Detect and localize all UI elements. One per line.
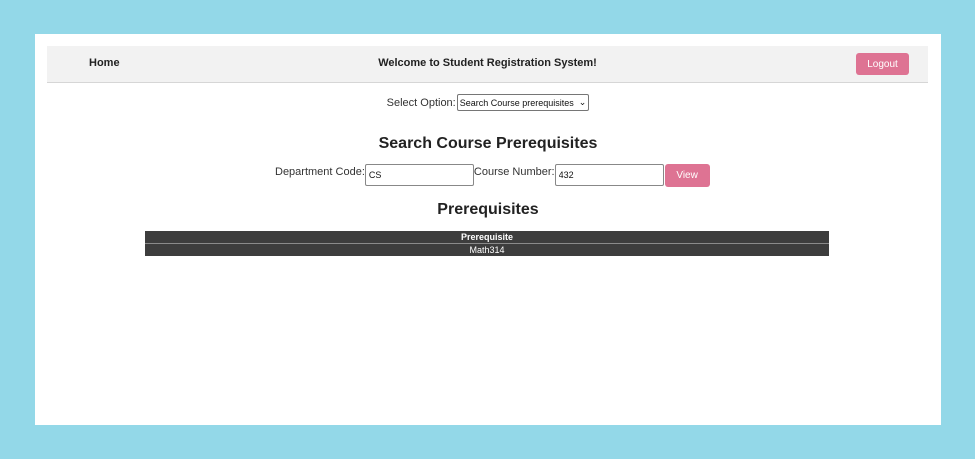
course-number-label: Course Number: bbox=[473, 166, 555, 178]
option-select-row: Select Option: Search Course prerequisit… bbox=[35, 94, 941, 111]
view-button[interactable]: View bbox=[664, 164, 710, 187]
table-cell: Math314 bbox=[145, 243, 829, 256]
select-option-label: Select Option: bbox=[386, 96, 456, 109]
course-number-input[interactable] bbox=[554, 164, 664, 186]
welcome-title: Welcome to Student Registration System! bbox=[378, 57, 597, 69]
table-row: Math314 bbox=[145, 243, 829, 256]
chevron-down-icon: ⌄ bbox=[578, 97, 587, 107]
main-panel: Home Welcome to Student Registration Sys… bbox=[35, 34, 941, 425]
logout-button[interactable]: Logout bbox=[856, 53, 909, 75]
department-code-input[interactable] bbox=[364, 164, 474, 186]
top-navbar: Home Welcome to Student Registration Sys… bbox=[47, 46, 928, 83]
option-select[interactable]: Search Course prerequisites ⌄ bbox=[456, 94, 590, 111]
option-select-value: Search Course prerequisites bbox=[459, 97, 574, 108]
prerequisites-heading: Prerequisites bbox=[437, 201, 539, 218]
table-header-row: Prerequisite bbox=[145, 231, 829, 244]
search-form: Department Code: Course Number: View bbox=[275, 164, 710, 190]
column-header-prerequisite: Prerequisite bbox=[460, 232, 514, 242]
search-heading: Search Course Prerequisites bbox=[378, 135, 598, 152]
department-code-label: Department Code: bbox=[275, 166, 365, 178]
prerequisites-table: Prerequisite Math314 bbox=[145, 231, 829, 256]
